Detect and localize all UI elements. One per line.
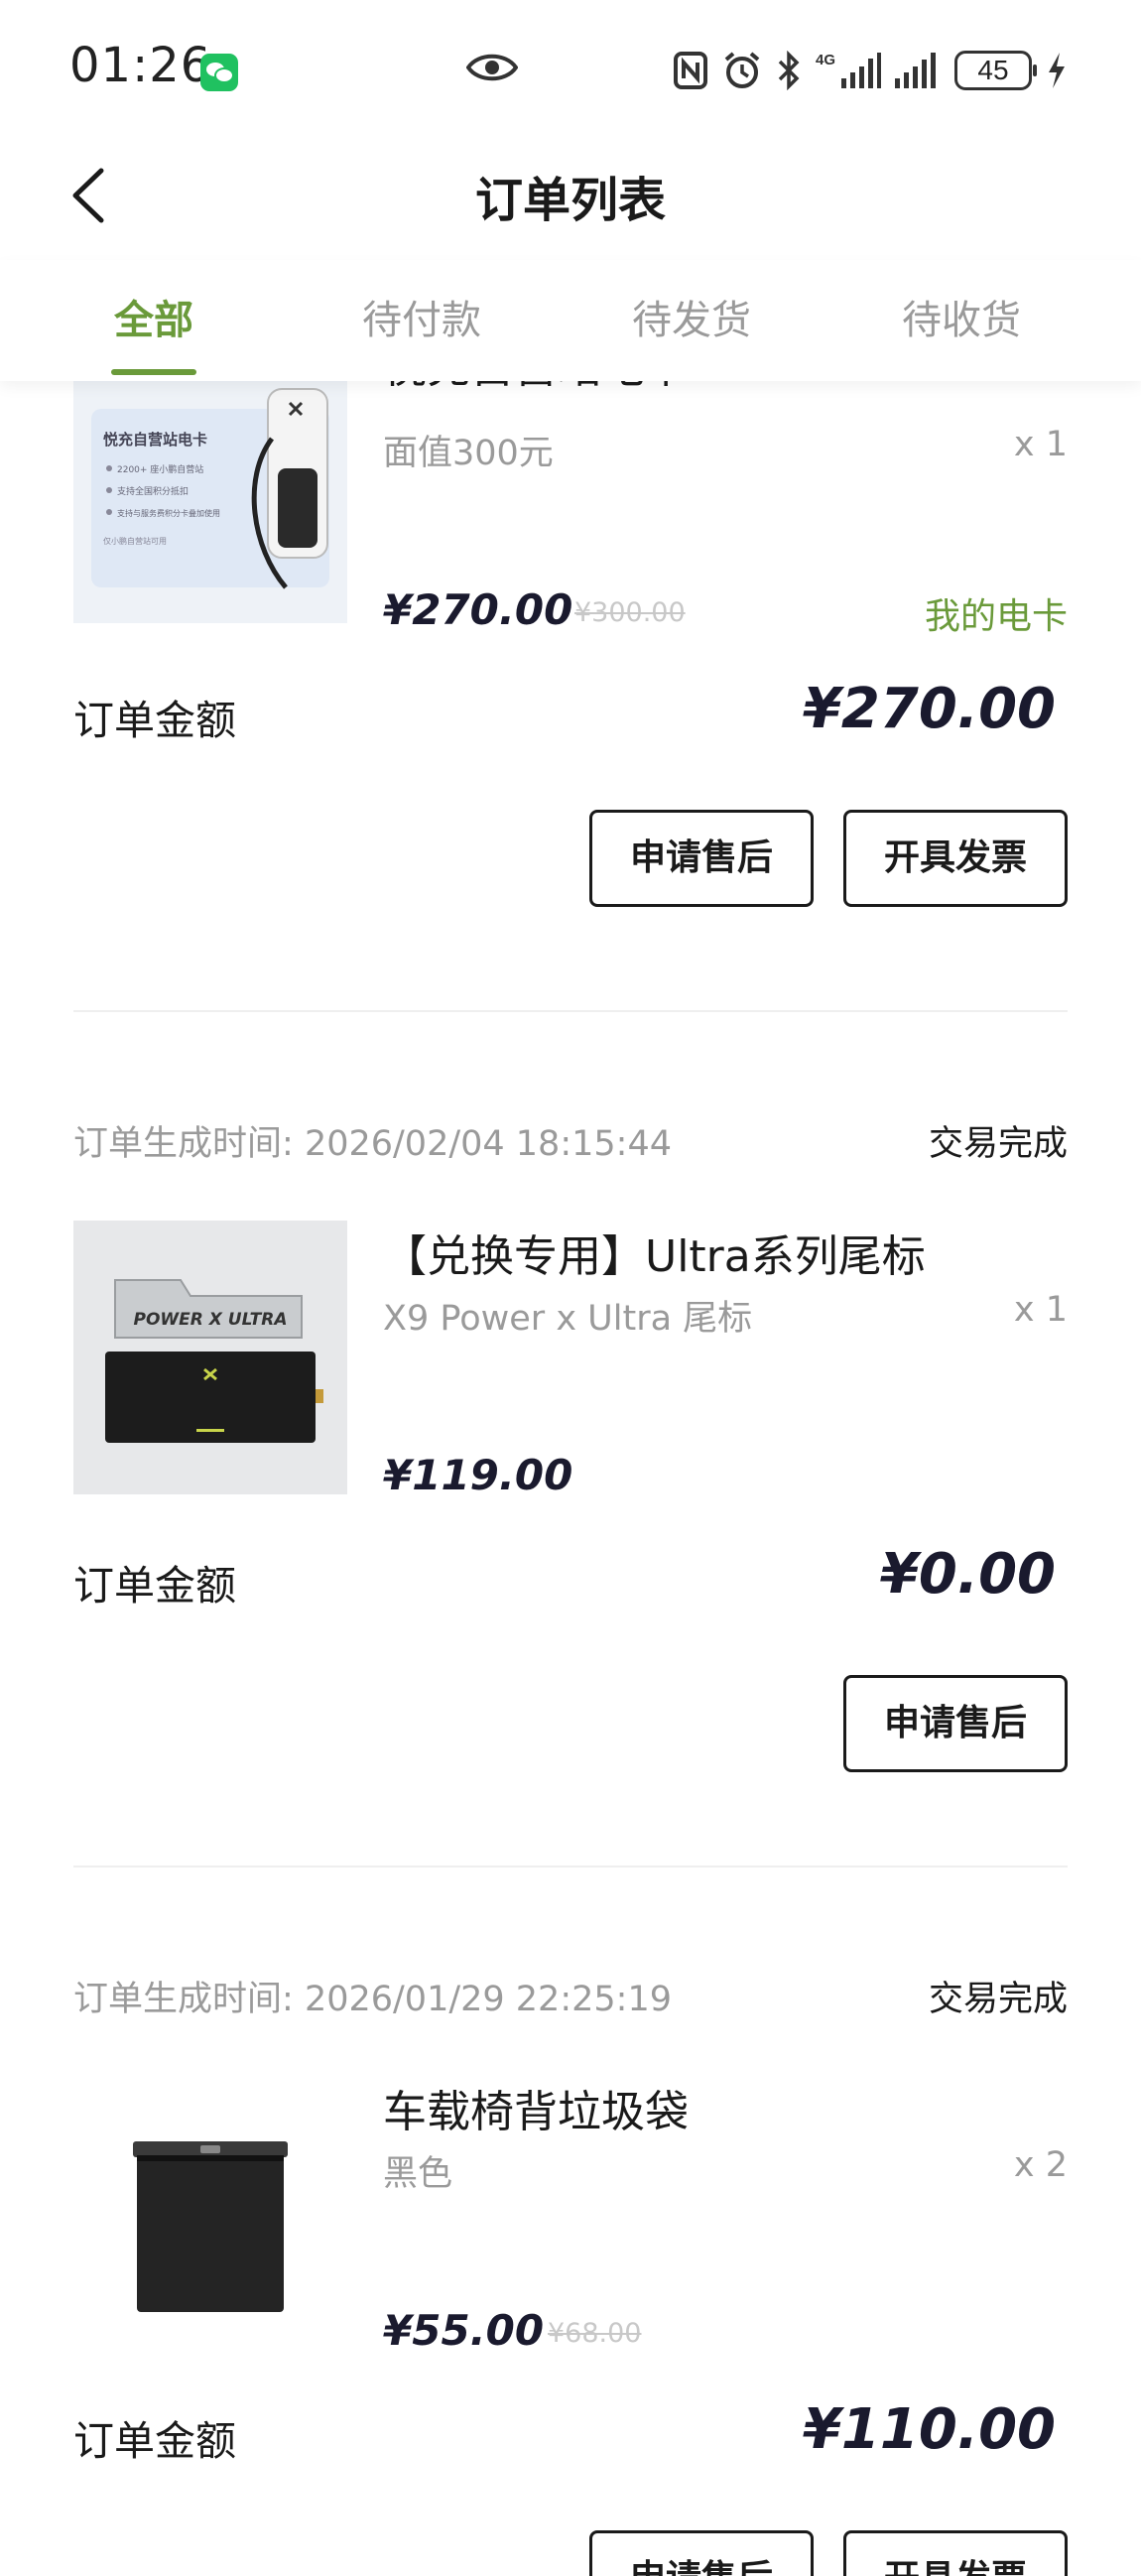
order-card: 订单生成时间: 2026/01/29 22:25:19 交易完成 车载椅背垃圾袋… — [73, 1971, 1068, 2576]
charging-icon — [1049, 53, 1065, 88]
network-type: 4G — [816, 52, 835, 68]
order-divider — [73, 1010, 1068, 1012]
original-price: ¥68.00 — [548, 2318, 642, 2349]
product-spec: X9 Power x Ultra 尾标 — [383, 1299, 753, 1339]
badge-text: POWER X ULTRA — [134, 1310, 288, 1330]
trash-bag-image — [133, 2141, 288, 2312]
product-name[interactable]: 车载椅背垃圾袋 — [383, 2076, 689, 2139]
badge-image: POWER X ULTRA — [73, 1221, 347, 1494]
order-time-label: 订单生成时间: — [73, 1980, 294, 2019]
thumb-line-1: 2200+ 座小鹏自营站 — [117, 463, 203, 475]
original-price: ¥300.00 — [574, 597, 686, 628]
nfc-icon — [674, 52, 707, 89]
order-total-label: 订单金额 — [73, 697, 236, 744]
order-header: 订单生成时间: 2026/01/29 22:25:19 交易完成 — [73, 1971, 1068, 2020]
product-price: ¥55.00 — [383, 2306, 545, 2355]
order-time: 订单生成时间: 2026/02/04 18:15:44 — [73, 1115, 672, 1166]
bluetooth-icon — [778, 51, 800, 90]
eye-icon — [466, 54, 518, 81]
order-time-value: 2026/02/04 18:15:44 — [304, 1124, 672, 1164]
order-time-label: 订单生成时间: — [73, 1124, 294, 1164]
thumb-title: 悦充自营站电卡 — [103, 431, 207, 449]
product-quantity: x 2 — [1013, 2145, 1068, 2185]
product-spec: 黑色 — [383, 2154, 453, 2194]
active-tab-indicator — [111, 369, 196, 375]
order-divider — [73, 1866, 1068, 1868]
product-name[interactable]: 【兑换专用】Ultra系列尾标 — [383, 1221, 926, 1284]
issue-invoice-button[interactable]: 开具发票 — [843, 2530, 1068, 2576]
status-time: 01:26 — [69, 38, 212, 93]
order-total-value: ¥270.00 — [802, 677, 1056, 741]
order-total-label: 订单金额 — [73, 2417, 236, 2465]
product-quantity: x 1 — [1013, 1290, 1068, 1330]
product-price: ¥119.00 — [383, 1451, 573, 1499]
product-thumbnail[interactable]: 悦充自营站电卡 2200+ 座小鹏自营站 支持全国积分抵扣 支持与服务费积分卡叠… — [73, 381, 347, 623]
order-status: 交易完成 — [928, 1980, 1068, 2019]
after-sales-button[interactable]: 申请售后 — [843, 1675, 1068, 1772]
order-tabs: 全部 待付款 待发货 待收货 — [0, 260, 1141, 381]
status-icons: 4G 45 — [673, 46, 1068, 95]
order-time: 订单生成时间: 2026/01/29 22:25:19 — [73, 1971, 672, 2021]
product-thumbnail[interactable]: POWER X ULTRA — [73, 1221, 347, 1494]
status-bar: 01:26 4G 45 — [0, 0, 1141, 139]
thumb-line-2: 支持全国积分抵扣 — [117, 485, 189, 497]
order-status: 交易完成 — [928, 1124, 1068, 1164]
alarm-icon — [724, 52, 760, 88]
product-price: ¥270.00 — [383, 585, 573, 634]
signal-icon: 4G — [816, 52, 881, 88]
thumb-line-3: 支持与服务费积分卡叠加使用 — [117, 508, 220, 518]
order-card: 订单生成时间: 2026/02/04 18:15:44 交易完成 POWER X… — [73, 1115, 1068, 1810]
product-thumbnail[interactable] — [73, 2076, 347, 2350]
order-total-label: 订单金额 — [73, 1562, 236, 1610]
order-total-value: ¥110.00 — [802, 2397, 1056, 2462]
after-sales-button[interactable]: 申请售后 — [589, 2530, 814, 2576]
signal-icon-2 — [895, 53, 936, 88]
order-list[interactable]: 悦充自营站电卡 2200+ 座小鹏自营站 支持全国积分抵扣 支持与服务费积分卡叠… — [0, 381, 1141, 2576]
e-card-image: 悦充自营站电卡 2200+ 座小鹏自营站 支持全国积分抵扣 支持与服务费积分卡叠… — [73, 381, 347, 623]
after-sales-button[interactable]: 申请售后 — [589, 810, 814, 907]
tab-pending-shipment[interactable]: 待发货 — [592, 288, 791, 345]
product-name[interactable]: 悦充自营站电卡 — [383, 381, 689, 399]
order-header: 订单生成时间: 2026/02/04 18:15:44 交易完成 — [73, 1115, 1068, 1165]
thumb-line-4: 仅小鹏自营站可用 — [103, 536, 167, 546]
product-spec: 面值300元 — [383, 434, 554, 473]
order-total-value: ¥0.00 — [879, 1542, 1056, 1607]
nav-bar: 订单列表 — [0, 139, 1141, 248]
page-title: 订单列表 — [474, 173, 666, 228]
order-time-value: 2026/01/29 22:25:19 — [304, 1980, 672, 2019]
tab-all[interactable]: 全部 — [55, 288, 253, 345]
my-ecard-link[interactable]: 我的电卡 — [925, 587, 1068, 639]
issue-invoice-button[interactable]: 开具发票 — [843, 810, 1068, 907]
tab-pending-payment[interactable]: 待付款 — [322, 288, 521, 345]
product-quantity: x 1 — [1013, 425, 1068, 464]
tab-pending-receipt[interactable]: 待收货 — [862, 288, 1061, 345]
wechat-icon — [200, 54, 238, 91]
order-card: 悦充自营站电卡 2200+ 座小鹏自营站 支持全国积分抵扣 支持与服务费积分卡叠… — [73, 381, 1068, 990]
battery-icon: 45 — [954, 51, 1037, 90]
